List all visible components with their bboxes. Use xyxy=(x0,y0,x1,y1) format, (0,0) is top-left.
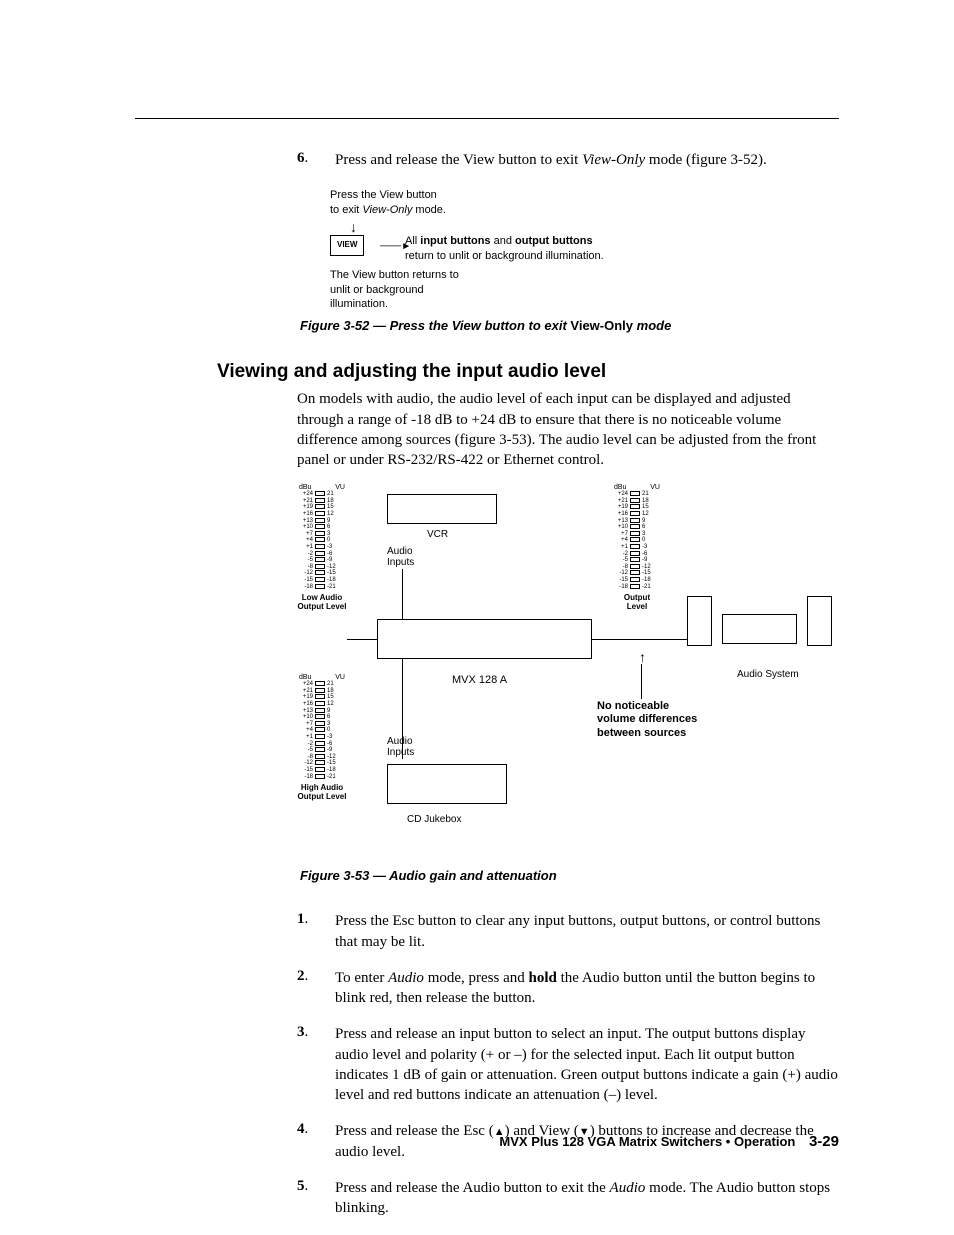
fig52-text-right: All input buttons and output buttons ret… xyxy=(405,234,604,263)
step-text: Press and release the Audio button to ex… xyxy=(335,1178,839,1219)
audio-inputs-2: Audio Inputs xyxy=(387,736,414,758)
step-number: 1. xyxy=(297,911,335,952)
up-arrow-icon: ↑ xyxy=(639,649,646,665)
step-number: 2. xyxy=(297,968,335,1009)
meter-top-left: dBuVU +2421+2118+1915+1612+139+106+73+40… xyxy=(297,484,347,612)
step-text: Press and release an input button to sel… xyxy=(335,1024,839,1105)
section-heading: Viewing and adjusting the input audio le… xyxy=(217,361,839,383)
step-text: To enter Audio mode, press and hold the … xyxy=(335,968,839,1009)
cd-device xyxy=(387,764,507,804)
figure-52-caption: Figure 3-52 — Press the View button to e… xyxy=(300,318,839,333)
line xyxy=(402,569,403,619)
line xyxy=(347,639,377,640)
figure-53-caption: Figure 3-53 — Audio gain and attenuation xyxy=(300,868,839,883)
footer-text: MVX Plus 128 VGA Matrix Switchers • Oper… xyxy=(499,1134,795,1149)
intro-paragraph: On models with audio, the audio level of… xyxy=(297,389,839,470)
cd-label: CD Jukebox xyxy=(407,814,461,825)
line xyxy=(592,639,687,640)
arrow-line xyxy=(641,664,642,699)
page-content: 6. Press and release the View button to … xyxy=(135,150,839,1234)
speaker-right xyxy=(807,596,832,646)
step-number: 3. xyxy=(297,1024,335,1105)
audio-system-label: Audio System xyxy=(737,669,799,680)
step-number: 4. xyxy=(297,1121,335,1162)
step-number: 6. xyxy=(297,150,335,170)
meter-bottom-left: dBuVU +2421+2118+1915+1612+139+106+73+40… xyxy=(297,674,347,802)
page-number: 3-29 xyxy=(809,1133,839,1150)
meter-top-right: dBuVU +2421+2118+1915+1612+139+106+73+40… xyxy=(612,484,662,612)
line xyxy=(402,659,403,759)
callout-text: No noticeable volume differences between… xyxy=(597,700,697,740)
down-arrow-icon: ↓ xyxy=(350,218,357,236)
mvx-label: MVX 128 A xyxy=(452,674,507,686)
step-6: 6. Press and release the View button to … xyxy=(135,150,839,170)
step-text: Press the Esc button to clear any input … xyxy=(335,911,839,952)
figure-52-diagram: Press the View button to exit View-Only … xyxy=(330,188,839,308)
step-3: 3. Press and release an input button to … xyxy=(135,1024,839,1105)
figure-53-diagram: dBuVU +2421+2118+1915+1612+139+106+73+40… xyxy=(297,484,839,854)
audio-inputs-1: Audio Inputs xyxy=(387,546,414,568)
mvx-device xyxy=(377,619,592,659)
step-2: 2. To enter Audio mode, press and hold t… xyxy=(135,968,839,1009)
fig52-text-top: Press the View button to exit View-Only … xyxy=(330,188,446,217)
step-number: 5. xyxy=(297,1178,335,1219)
step-text: Press and release the View button to exi… xyxy=(335,150,839,170)
step-5: 5. Press and release the Audio button to… xyxy=(135,1178,839,1219)
step-1: 1. Press the Esc button to clear any inp… xyxy=(135,911,839,952)
amplifier xyxy=(722,614,797,644)
vcr-label: VCR xyxy=(427,529,448,540)
speaker-left xyxy=(687,596,712,646)
page-footer: MVX Plus 128 VGA Matrix Switchers • Oper… xyxy=(499,1133,839,1150)
view-button-graphic: VIEW xyxy=(330,235,364,255)
horizontal-rule xyxy=(135,118,839,119)
vcr-device xyxy=(387,494,497,524)
fig52-text-bottom: The View button returns to unlit or back… xyxy=(330,268,459,311)
